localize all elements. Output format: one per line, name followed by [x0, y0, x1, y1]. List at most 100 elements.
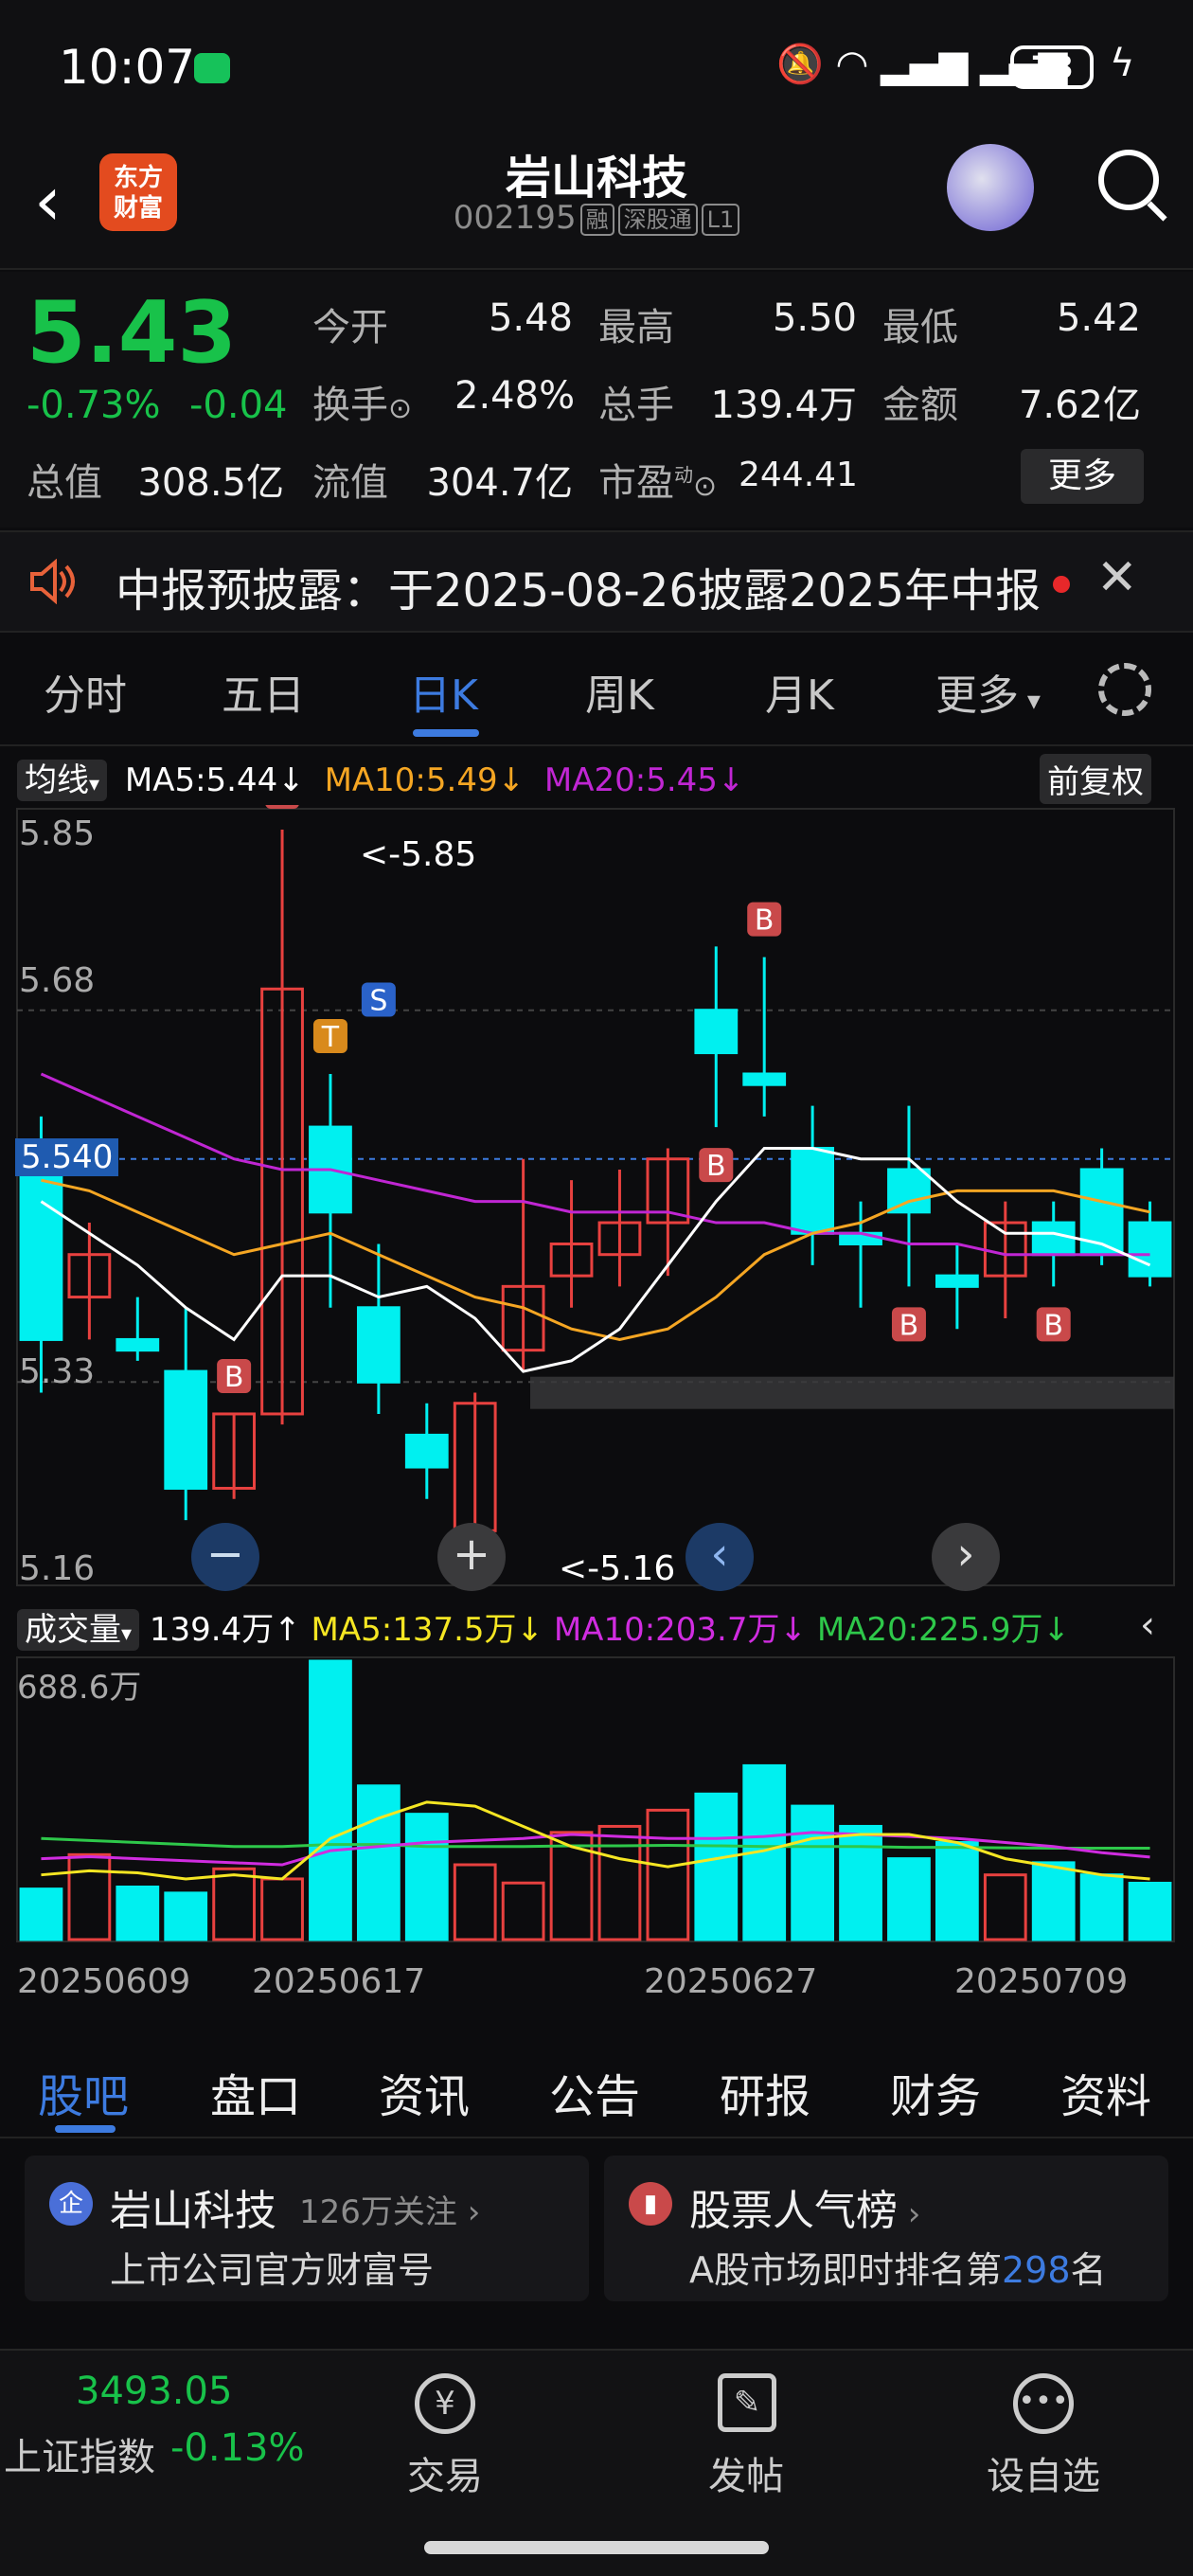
tab-weekly-k[interactable]: 周K [585, 661, 654, 722]
volume-axis-top: 688.6万 [17, 1669, 142, 1707]
amount-value: 7.62亿 [1018, 384, 1141, 427]
tab-profile[interactable]: 资料 [1060, 2059, 1151, 2125]
gear-icon[interactable] [1098, 663, 1151, 716]
last-price: 5.43 [27, 283, 238, 383]
watchlist-label[interactable]: 设自选 [968, 2445, 1119, 2500]
tab-monthly-k[interactable]: 月K [765, 661, 834, 722]
vol-ma10-label: MA10:203.7万↓ [553, 1611, 807, 1649]
tag-margin: 融 [579, 203, 614, 236]
tab-news[interactable]: 资讯 [379, 2059, 470, 2125]
candle-body [19, 1147, 63, 1341]
trade-label[interactable]: 交易 [379, 2445, 511, 2500]
speaker-icon [30, 559, 75, 604]
change-amt: -0.04 [189, 384, 288, 427]
info-tabs: 股吧 盘口 资讯 公告 研报 财务 资料 [0, 2034, 1193, 2138]
tab-orderbook[interactable]: 盘口 [210, 2059, 301, 2125]
volume-bar [1079, 1873, 1124, 1941]
volume-selector[interactable]: 成交量▾ [17, 1609, 140, 1651]
open-value: 5.48 [488, 296, 573, 340]
ma10-value: MA10:5.49 [324, 761, 498, 799]
search-icon[interactable] [1098, 150, 1159, 210]
tab-finance[interactable]: 财务 [890, 2059, 981, 2125]
index-change: -0.13% [170, 2426, 305, 2470]
trade-marker-label: B [755, 904, 775, 938]
volume-bar [597, 1824, 642, 1941]
trade-marker-label: B [1043, 1309, 1063, 1342]
zoom-out-button[interactable]: − [191, 1523, 259, 1591]
more-button[interactable]: 更多 [1021, 449, 1144, 504]
tab-daily-k[interactable]: 日K [409, 661, 478, 722]
ma20-line [40, 1072, 1150, 1257]
tab-more[interactable]: 更多 ▾ [935, 661, 1041, 722]
vol-ma20-label: MA20:225.9万↓ [816, 1611, 1070, 1649]
adjust-selector[interactable]: 前复权 [1040, 754, 1151, 804]
ma5-label: MA5:5.44↓ [124, 761, 305, 799]
pe-label[interactable]: 市盈动⊙ [598, 452, 717, 507]
card2-title-text: 股票人气榜 [689, 2187, 898, 2235]
popularity-rank: 298 [1002, 2249, 1071, 2291]
index-name[interactable]: 上证指数 [4, 2426, 155, 2481]
y-axis-top: 5.85 [19, 814, 96, 853]
turnover-label[interactable]: 换手⊙ [312, 374, 412, 429]
volume-chart[interactable] [0, 1655, 1193, 1949]
date-label-3: 20250627 [644, 1962, 818, 2001]
tab-research[interactable]: 研报 [720, 2059, 810, 2125]
ma20-label: MA20:5.45↓ [543, 761, 745, 799]
volume-bar [404, 1813, 449, 1941]
status-time: 10:07 [59, 40, 196, 95]
status-bar: 10:07 🔕 ◠ ▂▄▆ ▂▄▆ 78 ϟ [0, 0, 1193, 133]
notice-text: 中报预披露：于2025-08-26披露2025年中报 [116, 564, 1042, 617]
ma20-value: MA20:5.45 [543, 761, 718, 799]
candle-body [742, 1072, 787, 1086]
card1-title: 岩山科技 [110, 2187, 276, 2235]
index-value[interactable]: 3493.05 [76, 2370, 232, 2413]
charging-icon: ϟ [1110, 42, 1135, 85]
notice-bar[interactable]: 中报预披露：于2025-08-26披露2025年中报 ✕ [0, 530, 1193, 633]
card1-followers-text: 126万关注 [299, 2193, 457, 2231]
candle-body [935, 1274, 979, 1288]
trade-marker-label: B [899, 1309, 919, 1342]
volume-bar [1031, 1861, 1076, 1941]
post-label[interactable]: 发帖 [680, 2445, 812, 2500]
assistant-robot-icon[interactable] [947, 144, 1034, 231]
more-dots-icon[interactable]: ••• [1013, 2373, 1074, 2434]
compose-icon[interactable]: ✎ [718, 2373, 776, 2432]
change-pct: -0.73% [27, 384, 161, 427]
scroll-left-button[interactable]: ‹ [686, 1523, 754, 1591]
tab-intraday[interactable]: 分时 [44, 661, 127, 722]
candle-body [1128, 1221, 1172, 1278]
ma5-value: MA5:5.44 [124, 761, 278, 799]
scroll-right-button[interactable]: › [932, 1523, 1000, 1591]
date-label-1: 20250609 [17, 1962, 191, 2001]
ma10-label: MA10:5.49↓ [324, 761, 525, 799]
enterprise-icon: 企 [49, 2182, 93, 2226]
tab-announcements[interactable]: 公告 [549, 2059, 640, 2125]
trade-icon[interactable]: ¥ [415, 2373, 475, 2434]
volume-value: 139.4万 [710, 384, 857, 427]
popularity-card[interactable]: ▮ 股票人气榜 › A股市场即时排名第298名 [604, 2156, 1168, 2301]
volume-bar [694, 1792, 739, 1941]
candle-body [887, 1168, 931, 1214]
quote-panel: 5.43 -0.73% -0.04 今开 5.48 最高 5.50 最低 5.4… [0, 272, 1193, 528]
home-indicator [424, 2541, 769, 2554]
trade-marker-label: B [706, 1150, 726, 1183]
candlestick-chart[interactable]: B B TS B B B B [0, 805, 1193, 1601]
zoom-in-button[interactable]: + [437, 1523, 506, 1591]
ma-selector[interactable]: 均线▾ [17, 760, 108, 801]
ma5-line [40, 1147, 1151, 1373]
candle-body [791, 1147, 835, 1235]
card2-title: 股票人气榜 › [689, 2176, 920, 2237]
collapse-left-icon[interactable]: ‹ [1140, 1603, 1155, 1647]
volume-bar [1128, 1881, 1172, 1941]
min-price-note: <-5.16 [559, 1549, 676, 1588]
tab-five-day[interactable]: 五日 [222, 661, 305, 722]
company-account-card[interactable]: 企 岩山科技 126万关注 › 上市公司官方财富号 [25, 2156, 589, 2301]
volume-bar [839, 1824, 882, 1941]
tab-forum[interactable]: 股吧 [38, 2059, 129, 2125]
volume-bar [309, 1659, 352, 1941]
pe-label-text: 市盈 [598, 461, 674, 505]
y-axis-mid-low: 5.33 [19, 1352, 96, 1391]
trade-marker-label: B [224, 1361, 244, 1394]
close-icon[interactable]: ✕ [1096, 549, 1138, 606]
volume-selector-label: 成交量 [25, 1611, 121, 1649]
